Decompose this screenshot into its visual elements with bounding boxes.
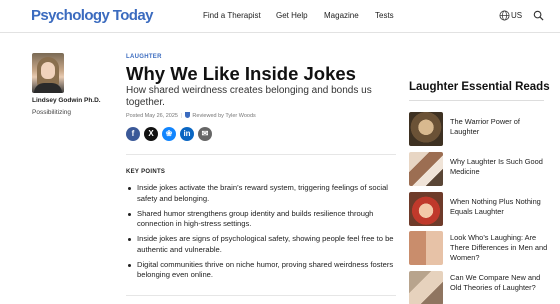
share-bluesky-button[interactable]: ❀ <box>162 127 176 141</box>
sidebar-title: Laughter Essential Reads <box>409 81 550 93</box>
bullet-icon <box>128 212 131 216</box>
key-point: Inside jokes are signs of psychological … <box>126 234 396 255</box>
verified-shield-icon <box>185 112 191 118</box>
essential-read-link[interactable]: Look Who’s Laughing: Are There Differenc… <box>450 233 550 263</box>
key-points-label: KEY POINTS <box>126 169 166 175</box>
article-title: Why We Like Inside Jokes <box>126 63 356 84</box>
divider <box>126 154 396 155</box>
author-avatar[interactable] <box>32 53 64 93</box>
share-linkedin-button[interactable]: in <box>180 127 194 141</box>
search-icon[interactable] <box>533 10 544 21</box>
globe-icon[interactable] <box>499 10 510 21</box>
author-blog-name[interactable]: Possibilitizing <box>32 109 71 117</box>
avatar-shoulders <box>34 83 62 93</box>
share-x-button[interactable]: X <box>144 127 158 141</box>
essential-read-link[interactable]: When Nothing Plus Nothing Equals Laughte… <box>450 197 550 217</box>
essential-read-item[interactable]: When Nothing Plus Nothing Equals Laughte… <box>409 192 549 226</box>
reviewed-by: Reviewed by Tyler Woods <box>192 113 256 119</box>
essential-read-thumbnail[interactable] <box>409 152 443 186</box>
key-point-text: Inside jokes are signs of psychological … <box>137 234 394 254</box>
article-meta: Posted May 26, 2025 | Reviewed by Tyler Wo… <box>126 112 256 120</box>
essential-read-link[interactable]: Why Laughter Is Such Good Medicine <box>450 157 550 177</box>
essential-read-link[interactable]: The Warrior Power of Laughter <box>450 117 550 137</box>
key-point: Inside jokes activate the brain’s reward… <box>126 183 396 204</box>
sidebar-divider <box>409 100 544 101</box>
bullet-icon <box>128 263 131 267</box>
share-facebook-button[interactable]: f <box>126 127 140 141</box>
article-subtitle: How shared weirdness creates belonging a… <box>126 85 372 108</box>
nav-find-a-therapist[interactable]: Find a Therapist <box>203 10 261 22</box>
essential-read-thumbnail[interactable] <box>409 112 443 146</box>
share-email-button[interactable]: ✉ <box>198 127 212 141</box>
key-point: Shared humor strengthens group identity … <box>126 209 396 230</box>
essential-read-thumbnail[interactable] <box>409 271 443 304</box>
divider <box>126 295 396 296</box>
meta-separator: | <box>180 113 183 119</box>
posted-date: Posted May 26, 2025 <box>126 113 178 119</box>
nav-get-help[interactable]: Get Help <box>276 10 308 22</box>
nav-magazine[interactable]: Magazine <box>324 10 359 22</box>
bullet-icon <box>128 238 131 241</box>
key-point-text: Inside jokes activate the brain’s reward… <box>137 183 388 203</box>
region-selector[interactable]: US <box>511 10 522 22</box>
site-header: Psychology Today Find a Therapist Get He… <box>0 0 560 33</box>
key-point-text: Shared humor strengthens group identity … <box>137 208 374 229</box>
essential-read-thumbnail[interactable] <box>409 192 443 226</box>
key-points-list: Inside jokes activate the brain’s reward… <box>126 183 396 285</box>
essential-read-thumbnail[interactable] <box>409 231 443 265</box>
essential-read-item[interactable]: Why Laughter Is Such Good Medicine <box>409 152 549 186</box>
author-name[interactable]: Lindsey Godwin Ph.D. <box>32 97 101 105</box>
key-point: Digital communities thrive on niche humo… <box>126 260 396 281</box>
avatar-face <box>41 62 55 79</box>
site-logo[interactable]: Psychology Today <box>31 7 153 25</box>
essential-read-link[interactable]: Can We Compare New and Old Theories of L… <box>450 273 550 293</box>
nav-tests[interactable]: Tests <box>375 10 394 22</box>
essential-read-item[interactable]: Can We Compare New and Old Theories of L… <box>409 271 549 304</box>
essential-read-item[interactable]: Look Who’s Laughing: Are There Differenc… <box>409 231 549 265</box>
section-label[interactable]: LAUGHTER <box>126 53 162 61</box>
key-point-text: Digital communities thrive on niche humo… <box>137 259 394 280</box>
essential-read-item[interactable]: The Warrior Power of Laughter <box>409 112 549 146</box>
bullet-icon <box>128 187 131 190</box>
